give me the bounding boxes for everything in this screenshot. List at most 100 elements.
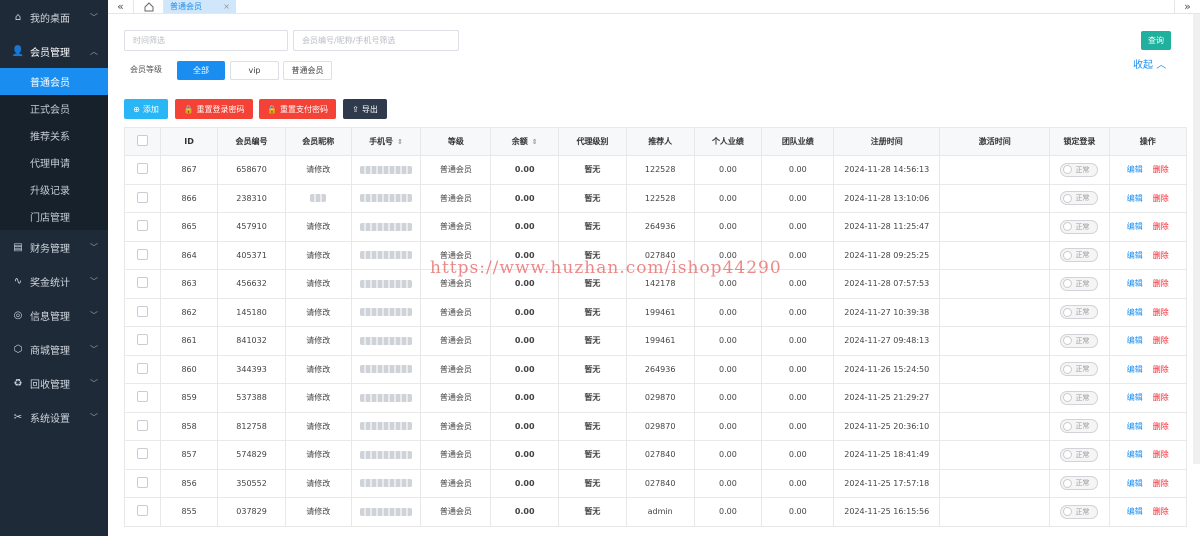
- delete-link[interactable]: 删除: [1153, 336, 1169, 345]
- row-checkbox[interactable]: [124, 297, 161, 327]
- row-checkbox[interactable]: [124, 183, 161, 213]
- lock-toggle[interactable]: 正常: [1060, 504, 1099, 519]
- level-option-all[interactable]: 全部: [177, 61, 225, 80]
- delete-link[interactable]: 删除: [1153, 279, 1169, 288]
- tab-scroll-left-icon[interactable]: «: [108, 0, 134, 13]
- col-phone[interactable]: 手机号 ⇕: [350, 127, 422, 156]
- lock-toggle[interactable]: 正常: [1060, 276, 1099, 291]
- sidebar-group-6[interactable]: ♻ 回收管理 ﹀: [0, 366, 108, 400]
- sidebar-item-3[interactable]: 代理申请: [0, 149, 108, 176]
- row-checkbox[interactable]: [124, 440, 161, 470]
- lock-toggle[interactable]: 正常: [1060, 362, 1099, 377]
- lock-toggle[interactable]: 正常: [1060, 447, 1099, 462]
- sidebar-group-0[interactable]: ⌂ 我的桌面 ﹀: [0, 0, 108, 34]
- sort-icon[interactable]: ⇕: [397, 138, 403, 146]
- edit-link[interactable]: 编辑: [1127, 251, 1143, 260]
- sidebar-item-4[interactable]: 升级记录: [0, 176, 108, 203]
- row-checkbox[interactable]: [124, 212, 161, 242]
- delete-link[interactable]: 删除: [1153, 251, 1169, 260]
- reset-pay-password-button[interactable]: 🔒 重置支付密码: [259, 99, 336, 119]
- edit-link[interactable]: 编辑: [1127, 336, 1143, 345]
- cell-personal: 0.00: [693, 297, 763, 327]
- finance-icon: ▤: [13, 241, 23, 253]
- delete-link[interactable]: 删除: [1153, 450, 1169, 459]
- cell-lock: 正常: [1049, 183, 1110, 213]
- delete-link[interactable]: 删除: [1153, 165, 1169, 174]
- lock-icon: 🔒: [183, 104, 194, 114]
- page-scrollbar[interactable]: [1193, 14, 1200, 464]
- cell-act: [939, 183, 1051, 213]
- close-icon[interactable]: ×: [223, 2, 230, 11]
- sidebar-group-label: 回收管理: [30, 379, 70, 391]
- level-option-normal[interactable]: 普通会员: [283, 61, 332, 80]
- lock-toggle[interactable]: 正常: [1060, 191, 1099, 206]
- lock-toggle[interactable]: 正常: [1060, 305, 1099, 320]
- cell-reg: 2024-11-25 18:41:49: [833, 440, 941, 470]
- row-checkbox[interactable]: [124, 468, 161, 498]
- reset-pay-label: 重置支付密码: [279, 104, 328, 114]
- row-checkbox[interactable]: [124, 411, 161, 441]
- edit-link[interactable]: 编辑: [1127, 165, 1143, 174]
- reset-login-password-button[interactable]: 🔒 重置登录密码: [175, 99, 253, 119]
- delete-link[interactable]: 删除: [1153, 365, 1169, 374]
- search-input[interactable]: 会员编号/昵称/手机号筛选: [293, 30, 459, 51]
- delete-link[interactable]: 删除: [1153, 507, 1169, 516]
- cell-nick: 请修改: [284, 468, 352, 498]
- delete-link[interactable]: 删除: [1153, 393, 1169, 402]
- sidebar-group-2[interactable]: ▤ 财务管理 ﹀: [0, 230, 108, 264]
- lock-toggle[interactable]: 正常: [1060, 419, 1099, 434]
- lock-toggle[interactable]: 正常: [1060, 248, 1099, 263]
- query-button[interactable]: 查询: [1141, 31, 1171, 50]
- sidebar-group-3[interactable]: ∿ 奖金统计 ﹀: [0, 264, 108, 298]
- row-checkbox[interactable]: [124, 155, 161, 185]
- delete-link[interactable]: 删除: [1153, 479, 1169, 488]
- home-tab[interactable]: [134, 0, 164, 13]
- row-checkbox[interactable]: [124, 383, 161, 413]
- lock-toggle[interactable]: 正常: [1060, 390, 1099, 405]
- delete-link[interactable]: 删除: [1153, 222, 1169, 231]
- sidebar-item-1[interactable]: 正式会员: [0, 95, 108, 122]
- select-all-checkbox[interactable]: [124, 127, 161, 156]
- add-button[interactable]: ⊕ 添加: [124, 99, 168, 119]
- edit-link[interactable]: 编辑: [1127, 393, 1143, 402]
- edit-link[interactable]: 编辑: [1127, 222, 1143, 231]
- lock-toggle[interactable]: 正常: [1060, 476, 1099, 491]
- sidebar-group-1[interactable]: 👤 会员管理 ︿: [0, 34, 108, 68]
- level-option-vip[interactable]: vip: [230, 61, 279, 80]
- row-checkbox[interactable]: [124, 269, 161, 299]
- sort-icon[interactable]: ⇕: [532, 138, 538, 146]
- edit-link[interactable]: 编辑: [1127, 365, 1143, 374]
- sidebar-item-5[interactable]: 门店管理: [0, 203, 108, 230]
- edit-link[interactable]: 编辑: [1127, 279, 1143, 288]
- edit-link[interactable]: 编辑: [1127, 507, 1143, 516]
- delete-link[interactable]: 删除: [1153, 194, 1169, 203]
- time-filter-input[interactable]: 时间筛选: [124, 30, 288, 51]
- collapse-link[interactable]: 收起 ︿: [1133, 56, 1166, 71]
- export-button[interactable]: ⇪ 导出: [343, 99, 387, 119]
- cell-balance: 0.00: [490, 440, 560, 470]
- cell-id: 858: [159, 411, 219, 441]
- lock-toggle[interactable]: 正常: [1060, 162, 1099, 177]
- edit-link[interactable]: 编辑: [1127, 308, 1143, 317]
- row-checkbox[interactable]: [124, 497, 161, 527]
- tab-scroll-right-icon[interactable]: »: [1174, 0, 1200, 13]
- edit-link[interactable]: 编辑: [1127, 479, 1143, 488]
- cell-lock: 正常: [1049, 297, 1110, 327]
- col-balance[interactable]: 余额 ⇕: [490, 127, 560, 156]
- row-checkbox[interactable]: [124, 240, 161, 270]
- sidebar-group-4[interactable]: ◎ 信息管理 ﹀: [0, 298, 108, 332]
- sidebar-item-0[interactable]: 普通会员: [0, 68, 108, 95]
- sidebar-group-7[interactable]: ✂ 系统设置 ﹀: [0, 400, 108, 434]
- edit-link[interactable]: 编辑: [1127, 422, 1143, 431]
- edit-link[interactable]: 编辑: [1127, 194, 1143, 203]
- delete-link[interactable]: 删除: [1153, 422, 1169, 431]
- lock-toggle[interactable]: 正常: [1060, 333, 1099, 348]
- tab-member[interactable]: 普通会员 ×: [164, 0, 236, 13]
- delete-link[interactable]: 删除: [1153, 308, 1169, 317]
- row-checkbox[interactable]: [124, 326, 161, 356]
- edit-link[interactable]: 编辑: [1127, 450, 1143, 459]
- lock-toggle[interactable]: 正常: [1060, 219, 1099, 234]
- sidebar-item-2[interactable]: 推荐关系: [0, 122, 108, 149]
- sidebar-group-5[interactable]: ⬡ 商城管理 ﹀: [0, 332, 108, 366]
- row-checkbox[interactable]: [124, 354, 161, 384]
